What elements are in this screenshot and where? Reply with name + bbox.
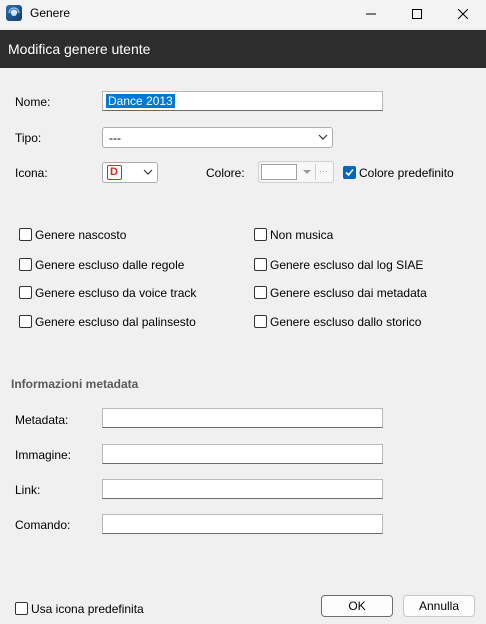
metadata-section-title: Informazioni metadata bbox=[11, 377, 139, 391]
dialog-title: Modifica genere utente bbox=[8, 41, 151, 57]
name-input-value: Dance 2013 bbox=[106, 94, 175, 108]
chevron-down-icon bbox=[318, 134, 328, 140]
metadata-label: Metadata: bbox=[15, 413, 69, 427]
name-label: Nome: bbox=[15, 95, 51, 109]
icon-label: Icona: bbox=[15, 166, 48, 180]
color-picker[interactable]: ··· bbox=[258, 161, 334, 183]
color-swatch bbox=[261, 164, 297, 180]
close-icon bbox=[458, 9, 468, 19]
type-label: Tipo: bbox=[15, 131, 42, 145]
maximize-icon bbox=[412, 9, 422, 19]
name-input[interactable]: Dance 2013 bbox=[102, 91, 383, 111]
non-music-checkbox[interactable] bbox=[254, 228, 267, 241]
dialog-header: Modifica genere utente bbox=[0, 30, 486, 68]
excluded-siae-log-label: Genere escluso dal log SIAE bbox=[270, 258, 424, 272]
maximize-button[interactable] bbox=[394, 0, 440, 28]
excluded-schedule-checkbox[interactable] bbox=[19, 315, 32, 328]
metadata-input[interactable] bbox=[102, 408, 383, 428]
cancel-button[interactable]: Annulla bbox=[403, 595, 475, 617]
color-more-icon: ··· bbox=[315, 164, 331, 180]
close-button[interactable] bbox=[440, 0, 486, 28]
image-input[interactable] bbox=[102, 444, 383, 464]
type-select[interactable]: --- bbox=[102, 127, 333, 148]
excluded-voice-track-label: Genere escluso da voice track bbox=[35, 286, 197, 300]
default-color-checkbox[interactable] bbox=[343, 166, 356, 179]
color-label: Colore: bbox=[206, 166, 245, 180]
default-color-label: Colore predefinito bbox=[359, 166, 454, 180]
excluded-siae-log-checkbox[interactable] bbox=[254, 258, 267, 271]
genre-icon-letter: D bbox=[110, 166, 118, 178]
excluded-metadata-checkbox[interactable] bbox=[254, 286, 267, 299]
minimize-icon bbox=[366, 13, 376, 15]
default-icon-label: Usa icona predefinita bbox=[31, 602, 144, 616]
link-input[interactable] bbox=[102, 479, 383, 499]
command-label: Comando: bbox=[15, 518, 71, 532]
excluded-voice-track-checkbox[interactable] bbox=[19, 286, 32, 299]
genre-icon-preview: D bbox=[107, 165, 122, 180]
excluded-rules-label: Genere escluso dalle regole bbox=[35, 258, 185, 272]
excluded-history-checkbox[interactable] bbox=[254, 315, 267, 328]
check-icon bbox=[345, 168, 354, 177]
ok-button[interactable]: OK bbox=[321, 595, 393, 617]
title-bar: Genere bbox=[0, 0, 486, 28]
link-label: Link: bbox=[15, 483, 41, 497]
minimize-button[interactable] bbox=[348, 0, 394, 28]
type-select-value: --- bbox=[109, 131, 121, 145]
default-icon-checkbox[interactable] bbox=[15, 602, 28, 615]
excluded-rules-checkbox[interactable] bbox=[19, 258, 32, 271]
hidden-genre-label: Genere nascosto bbox=[35, 228, 127, 242]
image-label: Immagine: bbox=[15, 448, 72, 462]
app-icon bbox=[6, 5, 22, 21]
hidden-genre-checkbox[interactable] bbox=[19, 228, 32, 241]
excluded-schedule-label: Genere escluso dal palinsesto bbox=[35, 315, 196, 329]
color-dropdown-icon bbox=[303, 170, 311, 174]
excluded-history-label: Genere escluso dallo storico bbox=[270, 315, 422, 329]
non-music-label: Non musica bbox=[270, 228, 334, 242]
chevron-down-icon bbox=[143, 169, 153, 175]
icon-select[interactable]: D bbox=[102, 162, 158, 183]
command-input[interactable] bbox=[102, 514, 383, 534]
window-title: Genere bbox=[30, 6, 71, 20]
excluded-metadata-label: Genere escluso dai metadata bbox=[270, 286, 427, 300]
